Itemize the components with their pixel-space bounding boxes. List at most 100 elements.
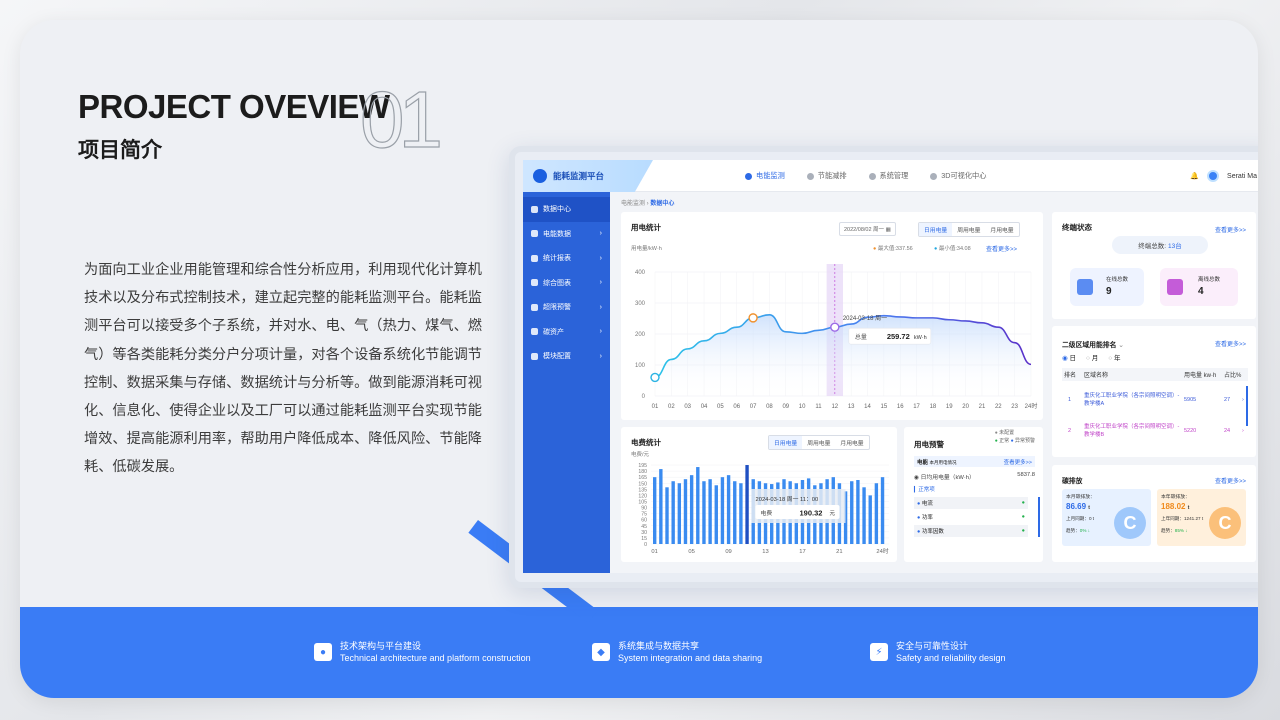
chevron-right-icon: › — [1242, 428, 1244, 434]
cube-icon — [930, 172, 938, 180]
warning-list: ● 电流 ● ● 功率 ● ● 功率因数 ● — [914, 497, 1028, 537]
footer-band: ● 技术架构与平台建设 Technical architecture and pl… — [20, 607, 1258, 698]
x-tick-label: 03 — [684, 404, 691, 410]
month-trend: 趋势：0% ↓ — [1066, 528, 1090, 534]
terminal-more-link[interactable]: 查看更多>> — [1215, 225, 1246, 234]
fee-bar-chart: 0153045607590105120135150165180195 01 05 09… — [638, 463, 889, 555]
slide-card: PROJECT OVEVIEW 01 项目简介 为面向工业企业用能管理和综合性分… — [20, 20, 1258, 698]
nav-label: 节能减排 — [817, 171, 847, 180]
sidebar: 数据中心 电能数据 › 统计报表 › 综合图表 › 超限预警 › 碳资产 › 模块配置 › — [523, 192, 610, 573]
tab-daily[interactable]: 日用电量 — [769, 436, 803, 449]
nav-item-3d[interactable]: 3D可视化中心 — [930, 171, 986, 181]
year-unit: t — [1187, 505, 1190, 511]
date-picker[interactable]: 2022/08/02 周一 ▦ — [839, 222, 896, 236]
sidebar-item-alerts[interactable]: 超限预警 › — [523, 295, 610, 320]
breadcrumb-parent[interactable]: 电能监测 — [621, 201, 645, 207]
sidebar-item-reports[interactable]: 统计报表 › — [523, 246, 610, 271]
scrollbar[interactable] — [1038, 497, 1040, 537]
bar — [739, 483, 743, 544]
arrow-down-icon: ↓ — [1185, 528, 1188, 533]
feature-title: 技术架构与平台建设 — [340, 641, 422, 651]
warning-subheader: 电能 本月用电情况 查看更多>> — [914, 456, 1035, 467]
row-pct: 24 — [1224, 428, 1231, 434]
sidebar-item-charts[interactable]: 综合图表 › — [523, 271, 610, 296]
radio-icon: ○ — [1085, 355, 1090, 362]
arrow-down-icon: ↓ — [1087, 528, 1091, 533]
x-tick-label: 14 — [864, 404, 871, 410]
year-trend: 趋势：85% ↓ — [1161, 528, 1188, 534]
unset-dot: ● — [994, 430, 998, 436]
radio-checked-icon: ◉ — [1062, 355, 1068, 362]
month-unit: t — [1088, 505, 1090, 511]
trend-label: 趋势： — [1066, 528, 1080, 533]
x-tick-label: 11 — [815, 404, 822, 410]
online-icon — [1077, 279, 1093, 295]
bell-icon[interactable]: 🔔 — [1190, 172, 1199, 180]
tab-monthly[interactable]: 月用电量 — [835, 436, 868, 449]
y-tick-label: 300 — [635, 301, 646, 307]
feature-subtitle: System integration and data sharing — [618, 653, 763, 663]
usage-panel: 用电统计 2022/08/02 周一 ▦ 日用电量 周用电量 月用电量 用电量/… — [621, 212, 1043, 420]
sidebar-item-data-center[interactable]: 数据中心 — [523, 197, 610, 222]
tab-monthly[interactable]: 月用电量 — [985, 223, 1018, 236]
x-tick-label: 19 — [946, 404, 953, 410]
breadcrumb-current: 数据中心 — [650, 201, 675, 207]
col-name: 区域名称 — [1084, 373, 1109, 379]
item-label: 功率 — [921, 515, 933, 521]
tab-daily[interactable]: 日用电量 — [919, 223, 953, 236]
sidebar-item-power-data[interactable]: 电能数据 › — [523, 222, 610, 247]
tooltip-value: 190.32 — [800, 509, 823, 518]
ranking-more-link[interactable]: 查看更多>> — [1215, 339, 1246, 348]
tab-weekly[interactable]: 周用电量 — [952, 223, 985, 236]
y-tick-label: 0 — [644, 542, 647, 548]
nav-item-saving[interactable]: 节能减排 — [806, 171, 847, 181]
feature-subtitle: Technical architecture and platform cons… — [340, 653, 531, 663]
chevron-down-icon[interactable]: ⌄ — [1118, 342, 1124, 349]
warning-more-link[interactable]: 查看更多>> — [1004, 458, 1032, 466]
list-item[interactable]: ● 电流 ● — [914, 497, 1028, 509]
table-row[interactable]: 2 重庆化工职业学院（各宗间照明空调）-教学楼B 5220 24 › — [1062, 417, 1248, 445]
fee-tabs: 日用电量 周用电量 月用电量 — [768, 435, 870, 450]
table-row[interactable]: 1 重庆化工职业学院（各宗间照明空调）-教学楼A 5905 27 › — [1062, 386, 1248, 414]
table-header: 排名 区域名称 用电量 kw·h 占比% — [1062, 368, 1248, 381]
daily-usage-text: 日均用电量（kW·h） — [920, 475, 975, 481]
user-name[interactable]: Serati Ma — [1227, 173, 1257, 180]
check-icon: ● — [1021, 500, 1025, 506]
carbon-more-link[interactable]: 查看更多>> — [1215, 476, 1246, 485]
radio-month[interactable]: ○ 月 — [1086, 352, 1098, 362]
online-value: 9 — [1106, 286, 1112, 297]
chevron-right-icon: › — [599, 328, 602, 336]
sidebar-item-carbon[interactable]: 碳资产 › — [523, 320, 610, 345]
y-tick-label: 0 — [642, 394, 646, 400]
bar — [708, 479, 712, 544]
radio-day[interactable]: ◉ 日 — [1062, 352, 1076, 362]
x-tick-label: 24时 — [876, 547, 888, 555]
list-item[interactable]: ● 功率因数 ● — [914, 525, 1028, 537]
carbon-c-icon: C — [1114, 507, 1146, 539]
x-tick-label: 15 — [881, 404, 888, 410]
y-tick-label: 15 — [641, 536, 647, 542]
y-tick-label: 165 — [638, 475, 647, 481]
intro-paragraph: 为面向工业企业用能管理和综合性分析应用，利用现代化计算机技术以及分布式控制技术，… — [84, 262, 482, 476]
bar — [868, 495, 872, 544]
x-tick-label: 21 — [836, 549, 842, 555]
max-label: 最大值:337.56 — [877, 246, 913, 252]
nav-item-power[interactable]: 电能监测 — [745, 171, 785, 181]
tab-weekly[interactable]: 周用电量 — [802, 436, 835, 449]
power-icon — [745, 172, 752, 180]
warning-sub-label: 电能 — [917, 460, 929, 466]
app-logo[interactable]: 能耗监测平台 — [523, 160, 653, 192]
x-tick-label: 17 — [913, 404, 920, 410]
scrollbar[interactable] — [1246, 386, 1248, 426]
month-value: 86.69 — [1066, 502, 1087, 511]
sidebar-label: 模块配置 — [543, 353, 571, 361]
y-tick-label: 400 — [635, 270, 646, 276]
nav-item-system[interactable]: 系统管理 — [868, 171, 908, 181]
sidebar-item-modules[interactable]: 模块配置 › — [523, 344, 610, 369]
list-item[interactable]: ● 功率 ● — [914, 511, 1028, 523]
radio-year[interactable]: ○ 年 — [1108, 352, 1120, 362]
data-icon — [531, 230, 538, 238]
usage-more-link[interactable]: 查看更多>> — [986, 244, 1017, 253]
y-tick-label: 30 — [641, 530, 647, 536]
avatar[interactable] — [1207, 170, 1220, 182]
